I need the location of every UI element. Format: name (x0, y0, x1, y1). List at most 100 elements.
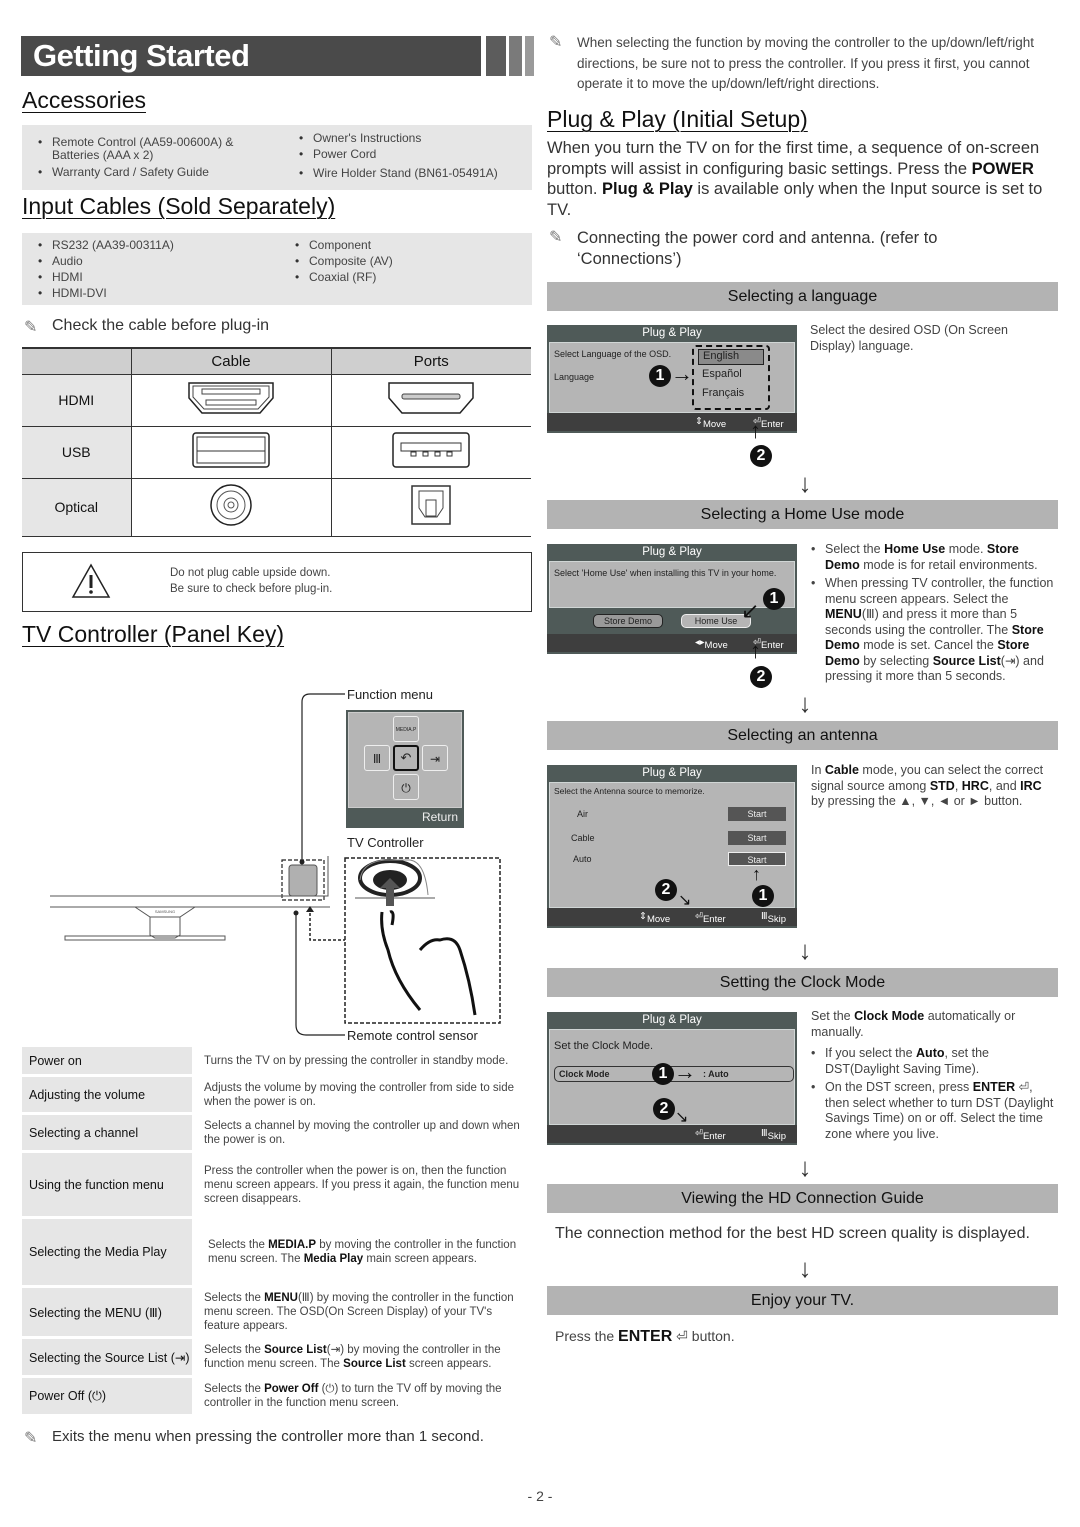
step-bar-antenna: Selecting an antenna (547, 721, 1058, 750)
accessories-box: Remote Control (AA59-00600A) & Batteries… (22, 125, 532, 190)
language-option[interactable]: Français (702, 387, 744, 399)
step-desc: In Cable mode, you can select the correc… (811, 763, 1044, 808)
key-row: Selecting a channel Selects a channel by… (22, 1115, 532, 1150)
osd-prompt: Select 'Home Use' when installing this T… (554, 568, 777, 578)
key-row: Selecting the Source List (⇥) Selects th… (22, 1339, 532, 1375)
step-bar-enjoy: Enjoy your TV. (547, 1286, 1058, 1315)
power-note: ✎ Connecting the power cord and antenna.… (549, 228, 949, 269)
down-arrow-icon: ↓ (798, 1152, 812, 1182)
key-desc: Turns the TV on by pressing the controll… (204, 1054, 509, 1067)
list-item: Component (295, 237, 515, 253)
store-demo-button[interactable]: Store Demo (593, 614, 663, 628)
step-bar-language: Selecting a language (547, 282, 1058, 311)
arrow-right-icon: → (674, 1059, 696, 1084)
title-stripe (509, 36, 522, 76)
optical-plug-icon (130, 477, 332, 537)
usb-port-icon (330, 425, 531, 479)
note-text: Connecting the power cord and antenna. (… (577, 229, 938, 268)
step-bar-hd-guide: Viewing the HD Connection Guide (547, 1184, 1058, 1213)
arrow-up-icon: ↑ (752, 864, 761, 884)
input-cables-box: RS232 (AA39-00311A) Audio HDMI HDMI-DVI … (22, 233, 532, 305)
note-text: Exits the menu when pressing the control… (52, 1428, 484, 1445)
step-2-badge: 2 (655, 879, 677, 901)
osd-antenna: Plug & Play Select the Antenna source to… (547, 765, 797, 928)
accessories-heading: Accessories (22, 87, 146, 113)
accessories-list-1: Remote Control (AA59-00600A) & Batteries… (38, 136, 248, 180)
step-1-badge: 1 (652, 1063, 674, 1085)
source-button[interactable]: ⇥ (422, 745, 448, 771)
down-arrow-icon: ↓ (798, 935, 812, 965)
key-row: Power Off (⏻) Selects the Power Off (⏻) … (22, 1378, 532, 1414)
home-use-list: Select the Home Use mode. Store Demo mod… (811, 542, 1057, 685)
accessories-list-2: Owner's Instructions Power Cord Wire Hol… (299, 130, 529, 181)
row-label: Optical (22, 477, 132, 537)
move-hint: ⇕ Move (639, 911, 671, 925)
enter-hint: ⏎ Enter (695, 911, 726, 925)
key-row: Using the function menu Press the contro… (22, 1153, 532, 1216)
start-button-cable[interactable]: Start (728, 831, 786, 845)
osd-title: Plug & Play (642, 767, 702, 779)
enter-hint: ⏎ Enter (695, 1128, 726, 1142)
list-item: RS232 (AA39-00311A) (38, 237, 258, 253)
cable-note: ✎ Check the cable before plug-in (24, 317, 269, 337)
osd-prompt: Set the Clock Mode. (554, 1040, 654, 1052)
osd-title: Plug & Play (642, 546, 702, 558)
tv-controller-diagram: SAMSUNG Function menu MEDIA.P Ⅲ ↶ ⇥ ⏻ Re… (0, 680, 540, 1045)
start-button-air[interactable]: Start (728, 807, 786, 821)
language-option[interactable]: Español (702, 368, 742, 380)
plug-play-intro: When you turn the TV on for the first ti… (547, 139, 1043, 219)
pencil-icon: ✎ (549, 229, 563, 246)
step-desc: Select the desired OSD (On Screen Displa… (810, 323, 1009, 353)
osd-body: Select Language of the OSD. Language Eng… (549, 342, 795, 413)
list-item: Owner's Instructions (299, 130, 529, 146)
media-p-button[interactable]: MEDIA.P (393, 716, 419, 742)
hdmi-plug-icon (130, 373, 332, 427)
power-button[interactable]: ⏻ (393, 774, 419, 800)
arrow-down-right-icon: ↘ (678, 892, 692, 909)
key-label: Using the function menu (22, 1153, 192, 1216)
menu-button[interactable]: Ⅲ (364, 745, 390, 771)
key-label: Adjusting the volume (22, 1077, 192, 1112)
key-label: Power Off (⏻) (22, 1378, 192, 1414)
step-desc: Select the Home Use mode. Store Demo mod… (811, 542, 1057, 688)
osd-field-label: Language (554, 372, 595, 382)
key-row: Power on Turns the TV on by pressing the… (22, 1047, 532, 1074)
list-item: If you select the Auto, set the DST(Dayl… (811, 1046, 1057, 1077)
list-item: Coaxial (RF) (295, 269, 515, 285)
input-cables-list-2: Component Composite (AV) Coaxial (RF) (295, 237, 515, 285)
step-2-badge: 2 (653, 1098, 675, 1120)
skip-hint: Ⅲ Skip (761, 1128, 787, 1142)
skip-hint: Ⅲ Skip (761, 911, 787, 925)
plug-play-heading: Plug & Play (Initial Setup) (547, 106, 808, 132)
optical-port-icon (330, 477, 531, 537)
warning-triangle-icon (71, 563, 111, 598)
list-item: HDMI-DVI (38, 285, 258, 301)
step-1-badge: 1 (752, 885, 774, 907)
arrow-up-icon: ↑ (750, 638, 761, 663)
remote-sensor-label: Remote control sensor (347, 1028, 478, 1043)
key-row: Selecting the MENU (Ⅲ) Selects the MENU(… (22, 1288, 532, 1336)
step-2-badge: 2 (750, 445, 772, 467)
key-desc: Selects the Source List(⇥) by moving the… (204, 1344, 501, 1370)
list-item: Remote Control (AA59-00600A) & Batteries… (38, 136, 248, 162)
key-desc: Press the controller when the power is o… (204, 1164, 520, 1205)
list-item: When pressing TV controller, the functio… (811, 576, 1057, 685)
row-label: USB (22, 425, 132, 479)
page-title: Getting Started (21, 36, 481, 76)
arrow-up-icon: ↑ (750, 418, 761, 443)
return-button[interactable]: ↶ (393, 745, 419, 771)
table-row: HDMI (22, 373, 531, 427)
antenna-option-label: Auto (573, 854, 592, 864)
key-label: Selecting the Source List (⇥) (22, 1339, 192, 1375)
key-desc: Adjusts the volume by moving the control… (204, 1081, 515, 1108)
warning-line: Be sure to check before plug-in. (170, 583, 333, 595)
list-item: Power Cord (299, 146, 529, 162)
hdmi-port-icon (330, 373, 531, 427)
move-hint: ◂▸ Move (695, 637, 728, 651)
language-option-selected[interactable]: English (698, 349, 764, 365)
down-arrow-icon: ↓ (798, 468, 812, 498)
key-desc: Selects the Power Off (⏻) to turn the TV… (204, 1383, 502, 1409)
warning-text: Do not plug cable upside down. Be sure t… (170, 565, 332, 597)
osd-title: Plug & Play (642, 1014, 702, 1026)
table-row: USB (22, 425, 531, 479)
